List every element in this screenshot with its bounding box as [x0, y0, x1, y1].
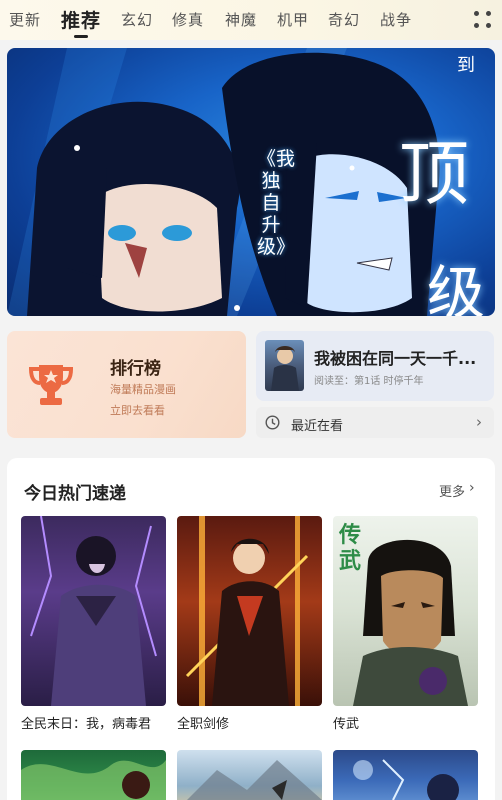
- continue-reading-cover[interactable]: [265, 340, 304, 391]
- more-link[interactable]: 更多: [439, 481, 465, 500]
- tab-recommend[interactable]: 推荐: [61, 6, 101, 33]
- cover-art: [271, 346, 299, 391]
- tab-update[interactable]: 更新: [9, 9, 41, 30]
- banner-title: 《我独自升级》: [257, 148, 296, 258]
- tab-jijia[interactable]: 机甲: [277, 9, 309, 30]
- chevron-right-icon[interactable]: ›: [469, 480, 475, 496]
- tab-zhanzheng[interactable]: 战争: [380, 9, 412, 30]
- comic-cover[interactable]: [21, 516, 166, 706]
- banner-big-text-2: 级: [427, 259, 486, 316]
- banner-big-text-1: 顶: [399, 133, 469, 215]
- tab-xiuzhen[interactable]: 修真: [172, 9, 204, 30]
- cover-art: [187, 760, 322, 800]
- cover-calligraphy: 传武: [339, 522, 362, 574]
- comic-title[interactable]: 全职剑修: [177, 713, 229, 732]
- cover-art: [30, 516, 157, 706]
- top-tab-bar: 更新 推荐 玄幻 修真 神魔 机甲 奇幻 战争: [0, 0, 502, 40]
- trophy-icon: [28, 365, 74, 405]
- chevron-right-icon: ›: [476, 413, 482, 431]
- comic-cover[interactable]: [333, 750, 478, 800]
- recent-reading-label: 最近在看: [291, 419, 344, 434]
- cover-art: [185, 516, 309, 706]
- reading-progress: 阅读至：第1话 时停千年: [314, 376, 424, 387]
- ranking-cta[interactable]: 立即去看看: [110, 402, 165, 418]
- cover-art: [353, 759, 459, 800]
- cover-art: [21, 760, 166, 800]
- comic-title[interactable]: 全民末日：我，病毒君: [21, 713, 151, 732]
- comic-title[interactable]: 传武: [333, 713, 359, 732]
- ranking-title: 排行榜: [110, 359, 161, 379]
- section-title: 今日热门速递: [24, 484, 126, 504]
- tab-qihuan[interactable]: 奇幻: [328, 9, 360, 30]
- tab-xuanhuan[interactable]: 玄幻: [121, 9, 153, 30]
- hero-banner[interactable]: 《我独自升级》 到 顶 级: [7, 48, 495, 316]
- banner-corner-text: 到: [457, 55, 475, 76]
- continue-reading-title[interactable]: 我被困在同一天一千...: [314, 345, 486, 369]
- grid-menu-icon[interactable]: [474, 11, 492, 29]
- ranking-subtitle: 海量精品漫画: [110, 383, 176, 396]
- tab-shenmo[interactable]: 神魔: [225, 9, 257, 30]
- active-tab-indicator: [74, 35, 88, 38]
- comic-cover[interactable]: [21, 750, 166, 800]
- clock-icon: [265, 415, 280, 430]
- comic-cover[interactable]: 传武: [333, 516, 478, 706]
- comic-cover[interactable]: [177, 750, 322, 800]
- comic-cover[interactable]: [177, 516, 322, 706]
